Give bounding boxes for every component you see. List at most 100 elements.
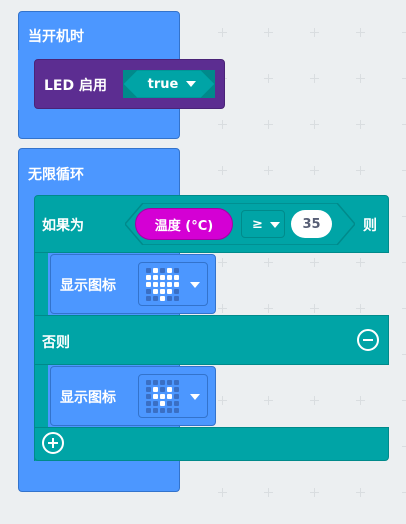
led-cell — [153, 296, 158, 301]
grid-plus-mark — [310, 28, 319, 37]
small-heart-icon — [146, 380, 179, 413]
else-label: 否则 — [42, 335, 70, 351]
grid-plus-mark — [402, 350, 406, 359]
led-cell — [146, 268, 151, 273]
grid-plus-mark — [402, 304, 406, 313]
add-else-icon[interactable] — [42, 432, 64, 454]
led-cell — [167, 401, 172, 406]
heart-icon — [146, 268, 179, 301]
led-cell — [167, 296, 172, 301]
show-icon-label-2: 显示图标 — [60, 390, 116, 406]
led-enable-block[interactable]: LED 启用 true — [34, 59, 225, 109]
grid-plus-mark — [264, 74, 273, 83]
led-cell — [146, 282, 151, 287]
led-cell — [174, 408, 179, 413]
led-cell — [160, 275, 165, 280]
led-value-text: true — [147, 76, 179, 92]
led-cell — [174, 387, 179, 392]
on-start-label: 当开机时 — [28, 29, 84, 45]
grid-plus-mark — [402, 120, 406, 129]
led-cell — [167, 268, 172, 273]
grid-plus-mark — [356, 74, 365, 83]
led-cell — [174, 289, 179, 294]
led-value-dropdown[interactable]: true — [123, 70, 215, 98]
chevron-down-icon — [190, 394, 200, 400]
led-cell — [153, 401, 158, 406]
remove-else-icon[interactable] — [357, 329, 379, 351]
led-cell — [153, 394, 158, 399]
led-cell — [174, 380, 179, 385]
led-cell — [146, 401, 151, 406]
temperature-sensor-block[interactable]: 温度 (°C) — [135, 208, 233, 240]
grid-plus-mark — [264, 28, 273, 37]
icon-dropdown-1[interactable] — [138, 262, 208, 306]
led-cell — [146, 394, 151, 399]
led-cell — [160, 289, 165, 294]
grid-plus-mark — [402, 212, 406, 221]
led-cell — [146, 275, 151, 280]
led-cell — [153, 268, 158, 273]
grid-plus-mark — [218, 28, 227, 37]
led-enable-label: LED 启用 — [44, 78, 107, 94]
number-value: 35 — [302, 216, 321, 232]
grid-plus-mark — [218, 488, 227, 497]
led-cell — [146, 387, 151, 392]
grid-plus-mark — [356, 28, 365, 37]
led-cell — [160, 282, 165, 287]
led-cell — [167, 408, 172, 413]
grid-plus-mark — [310, 120, 319, 129]
led-cell — [174, 275, 179, 280]
led-cell — [167, 282, 172, 287]
led-cell — [160, 401, 165, 406]
operator-dropdown[interactable]: ≥ — [241, 210, 285, 238]
grid-plus-mark — [264, 120, 273, 129]
led-cell — [167, 275, 172, 280]
chevron-down-icon — [190, 282, 200, 288]
icon-dropdown-2[interactable] — [138, 374, 208, 418]
temperature-label: 温度 (°C) — [154, 218, 214, 234]
led-cell — [167, 380, 172, 385]
then-label: 则 — [363, 218, 377, 234]
led-cell — [160, 408, 165, 413]
led-cell — [153, 387, 158, 392]
grid-plus-mark — [218, 166, 227, 175]
led-cell — [174, 296, 179, 301]
grid-plus-mark — [402, 166, 406, 175]
chevron-down-icon — [186, 81, 196, 87]
grid-plus-mark — [310, 166, 319, 175]
number-input[interactable]: 35 — [291, 210, 332, 238]
grid-plus-mark — [402, 396, 406, 405]
led-cell — [153, 289, 158, 294]
led-cell — [153, 275, 158, 280]
grid-plus-mark — [264, 166, 273, 175]
show-icon-block-1[interactable]: 显示图标 — [50, 254, 216, 314]
led-cell — [160, 387, 165, 392]
grid-plus-mark — [264, 488, 273, 497]
show-icon-block-2[interactable]: 显示图标 — [50, 366, 216, 426]
led-cell — [174, 401, 179, 406]
led-cell — [167, 387, 172, 392]
grid-plus-mark — [356, 488, 365, 497]
led-cell — [174, 268, 179, 273]
chevron-down-icon — [270, 222, 280, 228]
condition-slot[interactable]: 温度 (°C) ≥ 35 — [125, 203, 355, 245]
grid-plus-mark — [402, 488, 406, 497]
led-cell — [167, 289, 172, 294]
led-cell — [153, 408, 158, 413]
grid-plus-mark — [402, 258, 406, 267]
led-cell — [146, 296, 151, 301]
grid-plus-mark — [402, 442, 406, 451]
led-cell — [160, 380, 165, 385]
led-cell — [160, 394, 165, 399]
grid-plus-mark — [310, 488, 319, 497]
operator-text: ≥ — [252, 216, 263, 232]
grid-plus-mark — [218, 120, 227, 129]
led-cell — [160, 296, 165, 301]
grid-plus-mark — [402, 74, 406, 83]
grid-plus-mark — [402, 28, 406, 37]
led-cell — [174, 282, 179, 287]
grid-plus-mark — [356, 166, 365, 175]
forever-label: 无限循环 — [28, 167, 84, 183]
led-cell — [160, 268, 165, 273]
led-cell — [146, 408, 151, 413]
